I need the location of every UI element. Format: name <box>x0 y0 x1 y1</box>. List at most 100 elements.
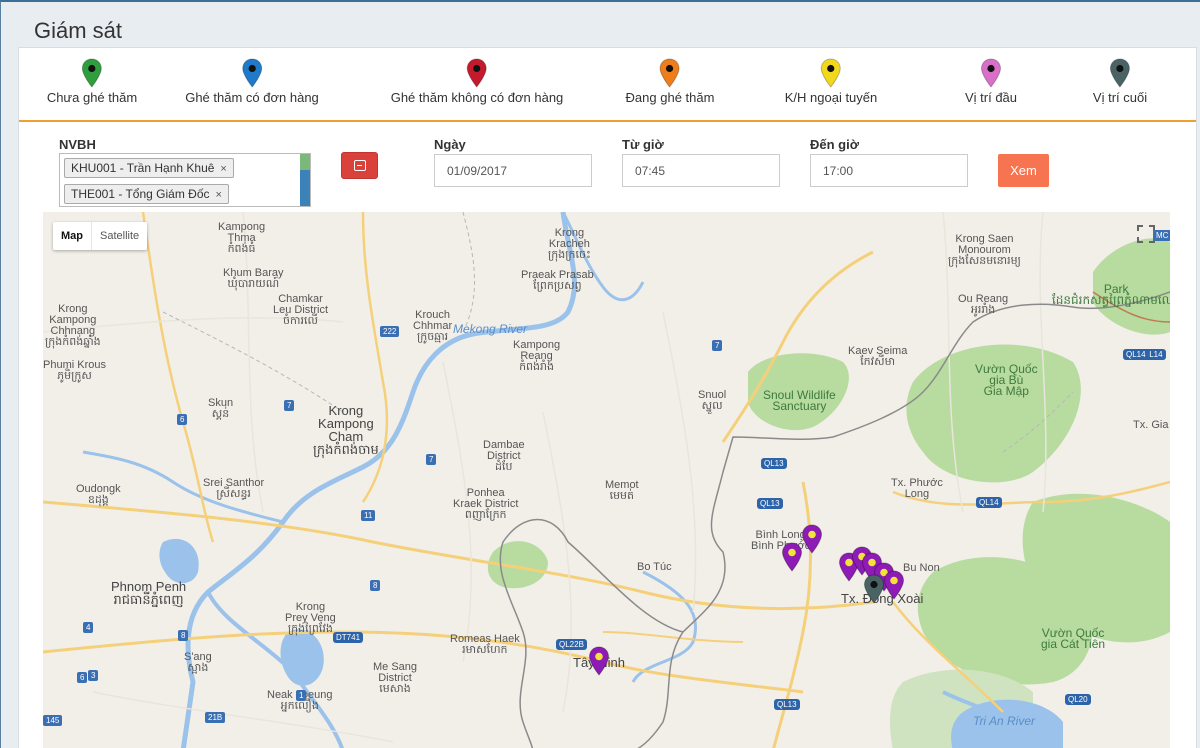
map-place-label: Me Sang District មេសាង <box>373 661 418 695</box>
customer-marker-icon[interactable] <box>883 570 905 605</box>
road-shield: 11 <box>361 510 376 521</box>
map-place-label: Srei Santhor ស្រីសន្ធរ <box>203 477 265 500</box>
from-time-input[interactable] <box>622 154 780 187</box>
legend-item: K/H ngoại tuyến <box>784 58 878 105</box>
map-place-label: Krong Kampong Chhnang ក្រុងកំពង់ឆ្នាំង <box>45 303 101 348</box>
map-place-label: Memot មេមត់ <box>605 479 639 502</box>
road-shield: 3 <box>88 670 99 681</box>
map-pin-icon <box>980 58 1002 88</box>
road-shield: QL22B <box>556 639 587 650</box>
legend-label: Vị trí cuối <box>1092 90 1148 105</box>
legend-item: Chưa ghé thăm <box>47 58 137 105</box>
map-place-label: Tri An River <box>973 714 1036 728</box>
map-place-label: Krouch Chhmar ក្រូចឆ្មារ <box>413 309 453 343</box>
map-place-label: Praeak Prasab ព្រែកប្រសព្វ <box>521 269 594 292</box>
road-shield: 6 <box>177 414 188 425</box>
road-shield: 145 <box>43 715 63 726</box>
map-type-map-button[interactable]: Map <box>53 222 91 250</box>
road-shield: MC <box>1153 230 1170 241</box>
road-shield: QL20 <box>1065 694 1091 705</box>
collapse-icon <box>354 160 366 171</box>
map-place-label: Ou Reang អូររាំង <box>958 293 1009 316</box>
tag-remove-icon[interactable]: × <box>220 163 226 175</box>
map-view[interactable]: Map Satellite Kampong Thma កំពង់ធំ Khum B… <box>43 212 1170 748</box>
legend-item: Ghé thăm có đơn hàng <box>185 58 319 105</box>
road-shield: 7 <box>426 454 437 465</box>
road-shield: 8 <box>178 630 189 641</box>
legend-label: Ghé thăm không có đơn hàng <box>390 90 564 105</box>
legend-item: Vị trí cuối <box>1093 58 1147 105</box>
tagbox-scroll-thumb[interactable] <box>300 154 310 170</box>
map-place-label: Vườn Quốc gia Bù Gia Mập <box>975 362 1038 398</box>
map-place-label: Ponhea Kraek District ពញាក្រែក <box>453 487 519 521</box>
view-button[interactable]: Xem <box>998 154 1049 187</box>
map-pin-icon <box>241 58 263 88</box>
map-place-label: Khum Baray ឃុំបារាយណ៍ <box>223 267 284 290</box>
date-label: Ngày <box>434 137 466 152</box>
road-shield: 21B <box>205 712 226 723</box>
collapse-button[interactable] <box>341 152 378 179</box>
customer-marker-icon[interactable] <box>781 542 803 577</box>
map-place-label: S'ang ស្អាង <box>184 651 212 674</box>
nvbh-tag-label: THE001 - Tổng Giám Đốc <box>71 187 210 201</box>
map-place-label: Krong Kampong Cham ក្រុងកំពង់ចាម <box>313 403 379 457</box>
map-place-label: Krong Prey Veng ក្រុងព្រៃវែង <box>285 601 336 635</box>
nvbh-tag-label: KHU001 - Trần Hạnh Khuê <box>71 161 215 175</box>
road-shield: QL13 <box>757 498 783 509</box>
road-shield: 222 <box>380 326 400 337</box>
nvbh-label: NVBH <box>59 137 96 152</box>
from-time-label: Từ giờ <box>622 137 664 152</box>
nvbh-tag: KHU001 - Trần Hạnh Khuê × <box>64 158 234 178</box>
map-place-label: Kampong Reang កំពង់រាំង <box>513 339 561 373</box>
map-type-control: Map Satellite <box>53 222 148 250</box>
map-place-label: Phnom Penh រាជធានីភ្នំពេញ <box>111 579 187 607</box>
map-place-label: Chamkar Leu District ចំការលើ <box>273 293 329 327</box>
monitor-panel: Chưa ghé thăm Ghé thăm có đơn hàng Ghé thă… <box>18 47 1197 748</box>
tag-remove-icon[interactable]: × <box>216 189 222 201</box>
map-pin-icon <box>81 58 103 88</box>
to-time-input[interactable] <box>810 154 968 187</box>
road-shield: 6 <box>77 672 88 683</box>
map-pin-icon <box>659 58 681 88</box>
road-shield: QL13 <box>774 699 800 710</box>
map-place-label: Vườn Quốc gia Cát Tiên <box>1041 626 1106 651</box>
map-place-label: Kaev Seima កែវសីមា <box>848 345 908 368</box>
legend-item: Vị trí đầu <box>965 58 1017 105</box>
legend-label: Ghé thăm có đơn hàng <box>185 90 319 105</box>
map-place-label: Phumi Krous ភូមិក្រូស <box>43 359 106 382</box>
map-place-label: Oudongk ឧដុង្គ <box>76 483 121 506</box>
road-shield: QL14 <box>1123 349 1149 360</box>
map-place-label: Dambae District ដំបែ <box>483 439 525 473</box>
customer-marker-icon[interactable] <box>801 524 823 559</box>
nvbh-tag: THE001 - Tổng Giám Đốc × <box>64 184 229 204</box>
customer-marker-icon[interactable] <box>588 646 610 681</box>
map-type-satellite-button[interactable]: Satellite <box>91 222 147 250</box>
legend-label: Đang ghé thăm <box>625 90 715 105</box>
map-pin-icon <box>1109 58 1131 88</box>
legend-item: Ghé thăm không có đơn hàng <box>390 58 564 105</box>
map-place-label: Snuol ស្នួល <box>698 389 727 412</box>
road-shield: 4 <box>83 622 94 633</box>
map-place-label: Krong Kracheh ក្រុងក្រចេះ <box>548 227 591 261</box>
legend-bar: Chưa ghé thăm Ghé thăm có đơn hàng Ghé thă… <box>19 48 1196 122</box>
road-shield: 7 <box>284 400 295 411</box>
legend-label: Chưa ghé thăm <box>46 90 138 105</box>
legend-item: Đang ghé thăm <box>625 58 715 105</box>
road-shield: 8 <box>370 580 381 591</box>
legend-label: K/H ngoại tuyến <box>784 90 878 105</box>
road-shield: 7 <box>712 340 723 351</box>
nvbh-tag-select[interactable]: KHU001 - Trần Hạnh Khuê × THE001 - Tổng G… <box>59 153 311 207</box>
road-shield: QL14 <box>976 497 1002 508</box>
date-input[interactable] <box>434 154 592 187</box>
map-place-label: Park ដែនជំរកសត្វព្រៃភ្នំណាមលៀវ <box>1052 282 1170 307</box>
page-title: Giám sát <box>34 18 123 43</box>
road-shield: DT741 <box>333 632 364 643</box>
road-shield: QL13 <box>761 458 787 469</box>
map-place-label: Tx. Gia <box>1133 419 1169 431</box>
legend-label: Vị trí đầu <box>964 90 1018 105</box>
map-place-label: Romeas Haek រមាសហែក <box>450 633 520 656</box>
map-pin-icon <box>466 58 488 88</box>
map-place-label: Kampong Thma កំពង់ធំ <box>218 221 266 255</box>
last-position-marker-icon[interactable] <box>863 574 885 609</box>
map-pin-icon <box>820 58 841 88</box>
